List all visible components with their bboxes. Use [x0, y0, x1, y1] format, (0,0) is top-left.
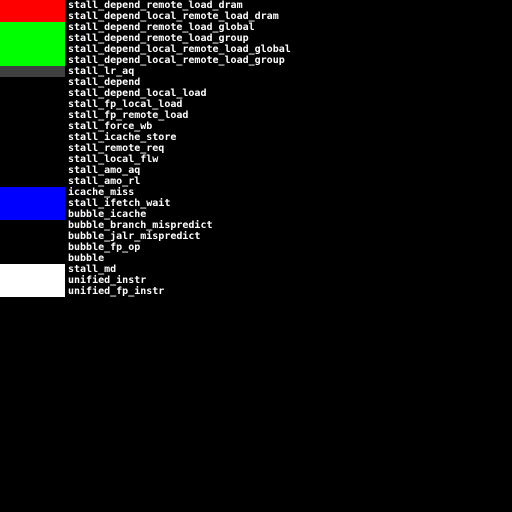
legend-swatch	[0, 44, 65, 55]
legend-swatch	[0, 77, 65, 88]
legend-row: bubble	[0, 253, 512, 264]
legend-swatch	[0, 264, 65, 275]
legend-row: stall_lr_aq	[0, 66, 512, 77]
legend-swatch	[0, 11, 65, 22]
legend-swatch	[0, 22, 65, 33]
legend-swatch	[0, 286, 65, 297]
legend-row: stall_depend_remote_load_group	[0, 33, 512, 44]
legend-swatch	[0, 220, 65, 231]
legend-label: stall_icache_store	[68, 132, 177, 143]
legend-swatch	[0, 121, 65, 132]
legend-label: stall_ifetch_wait	[68, 198, 171, 209]
legend-row: stall_md	[0, 264, 512, 275]
legend-swatch	[0, 198, 65, 209]
legend-swatch	[0, 143, 65, 154]
legend-label: stall_depend_remote_load_group	[68, 33, 249, 44]
legend-swatch	[0, 154, 65, 165]
legend-row: icache_miss	[0, 187, 512, 198]
legend-row: stall_amo_rl	[0, 176, 512, 187]
legend-label: bubble_branch_mispredict	[68, 220, 213, 231]
legend-row: stall_ifetch_wait	[0, 198, 512, 209]
legend-row: bubble_fp_op	[0, 242, 512, 253]
legend-swatch	[0, 66, 65, 77]
legend-row: stall_fp_local_load	[0, 99, 512, 110]
legend-label: stall_depend_remote_load_dram	[68, 0, 243, 11]
legend-swatch	[0, 110, 65, 121]
legend-label: icache_miss	[68, 187, 135, 198]
legend-swatch	[0, 55, 65, 66]
legend-row: stall_depend_local_remote_load_group	[0, 55, 512, 66]
legend-swatch	[0, 242, 65, 253]
legend-label: unified_fp_instr	[68, 286, 165, 297]
legend-swatch	[0, 176, 65, 187]
legend-swatch	[0, 187, 65, 198]
legend-swatch	[0, 0, 65, 11]
legend-label: bubble	[68, 253, 105, 264]
legend-label: stall_depend_local_remote_load_dram	[68, 11, 279, 22]
legend-label: stall_depend	[68, 77, 141, 88]
legend-label: stall_local_flw	[68, 154, 159, 165]
legend-swatch	[0, 132, 65, 143]
legend-label: stall_fp_remote_load	[68, 110, 189, 121]
legend-swatch	[0, 165, 65, 176]
legend-row: unified_fp_instr	[0, 286, 512, 297]
legend-row: stall_local_flw	[0, 154, 512, 165]
legend-row: stall_amo_aq	[0, 165, 512, 176]
color-legend: stall_depend_remote_load_dram stall_depe…	[0, 0, 512, 297]
legend-row: stall_depend_local_remote_load_global	[0, 44, 512, 55]
legend-row: stall_depend_remote_load_dram	[0, 0, 512, 11]
legend-label: stall_lr_aq	[68, 66, 135, 77]
legend-swatch	[0, 253, 65, 264]
legend-label: stall_fp_local_load	[68, 99, 183, 110]
legend-swatch	[0, 209, 65, 220]
legend-label: stall_force_wb	[68, 121, 153, 132]
legend-row: stall_fp_remote_load	[0, 110, 512, 121]
legend-row: stall_force_wb	[0, 121, 512, 132]
legend-row: stall_icache_store	[0, 132, 512, 143]
legend-row: stall_remote_req	[0, 143, 512, 154]
legend-row: stall_depend_local_load	[0, 88, 512, 99]
legend-row: stall_depend_local_remote_load_dram	[0, 11, 512, 22]
legend-row: bubble_branch_mispredict	[0, 220, 512, 231]
legend-label: stall_remote_req	[68, 143, 165, 154]
legend-swatch	[0, 275, 65, 286]
legend-label: bubble_fp_op	[68, 242, 141, 253]
legend-label: stall_depend_local_remote_load_group	[68, 55, 285, 66]
legend-label: stall_depend_local_remote_load_global	[68, 44, 291, 55]
legend-swatch	[0, 99, 65, 110]
legend-row: bubble_jalr_mispredict	[0, 231, 512, 242]
legend-label: stall_amo_aq	[68, 165, 141, 176]
legend-swatch	[0, 231, 65, 242]
legend-swatch	[0, 33, 65, 44]
legend-label: stall_amo_rl	[68, 176, 141, 187]
legend-row: bubble_icache	[0, 209, 512, 220]
legend-label: unified_instr	[68, 275, 147, 286]
legend-label: stall_md	[68, 264, 117, 275]
legend-label: bubble_icache	[68, 209, 147, 220]
legend-label: stall_depend_remote_load_global	[68, 22, 255, 33]
legend-label: stall_depend_local_load	[68, 88, 207, 99]
legend-label: bubble_jalr_mispredict	[68, 231, 201, 242]
legend-swatch	[0, 88, 65, 99]
legend-row: unified_instr	[0, 275, 512, 286]
legend-row: stall_depend_remote_load_global	[0, 22, 512, 33]
legend-row: stall_depend	[0, 77, 512, 88]
